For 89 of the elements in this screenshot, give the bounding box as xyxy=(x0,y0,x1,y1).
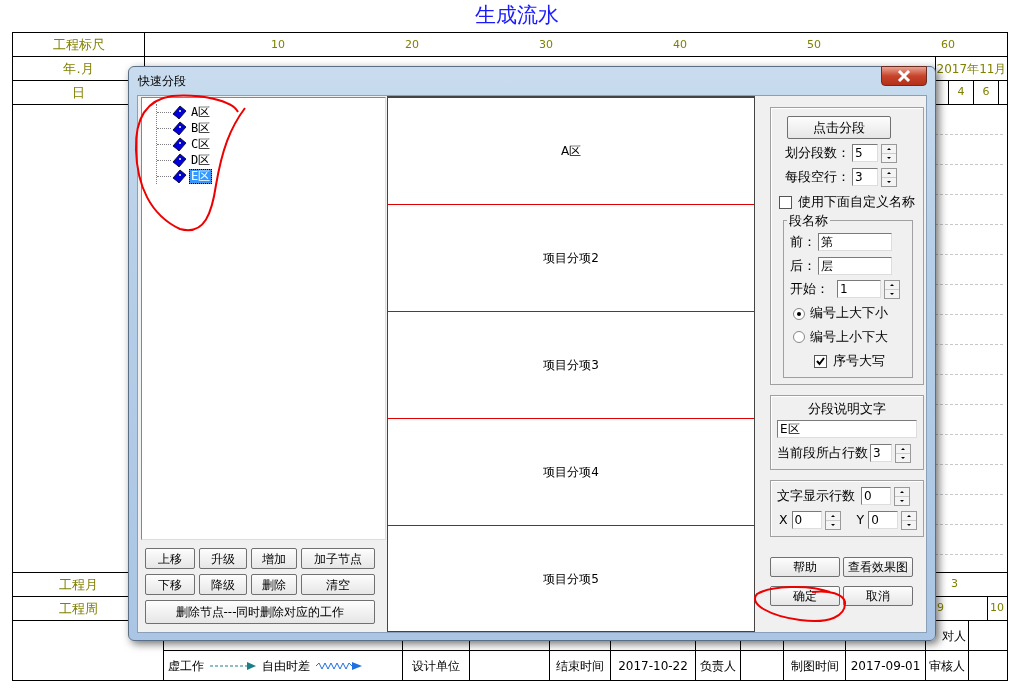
section-label: 项目分项2 xyxy=(543,250,599,267)
description-field[interactable]: E区 xyxy=(777,420,918,439)
wave-arrow-icon xyxy=(316,660,362,671)
radio-button[interactable] xyxy=(793,307,805,320)
page-title: 生成流水 xyxy=(473,2,560,29)
cell-text: 制图时间 xyxy=(790,657,839,675)
legend-label: 自由时差 xyxy=(262,657,310,675)
field-label: 划分段数： xyxy=(785,144,850,163)
tree-button[interactable]: 删除 xyxy=(251,574,297,595)
spin-button[interactable] xyxy=(881,168,897,187)
book-icon xyxy=(171,120,187,136)
ruler-tick: 60 xyxy=(941,37,955,53)
month-number: 3 xyxy=(950,576,959,593)
dialog-button[interactable]: 帮助 xyxy=(770,557,840,578)
tree-item[interactable]: B区 xyxy=(189,120,213,136)
cell-text: 2017-10-22 xyxy=(618,657,688,675)
tree-button[interactable]: 升级 xyxy=(199,548,247,569)
field-label: 当前段所占行数 xyxy=(777,444,868,463)
text-field[interactable]: 第 xyxy=(818,233,892,252)
number-field[interactable]: 1 xyxy=(837,280,881,299)
tree-item[interactable]: A区 xyxy=(189,104,213,120)
week-number: 10 xyxy=(987,597,1007,620)
number-field[interactable]: 0 xyxy=(868,511,899,530)
tree-item[interactable]: D区 xyxy=(189,152,213,168)
day-cell: 6 xyxy=(973,81,998,104)
split-button[interactable]: 点击分段 xyxy=(787,116,891,139)
dashed-arrow-icon xyxy=(210,660,256,671)
cell-text: 审核人 xyxy=(929,657,965,675)
dialog-button[interactable]: 取消 xyxy=(843,586,913,607)
day-cell: 4 xyxy=(948,81,973,104)
cell-text: 结束时间 xyxy=(556,657,604,675)
spin-button[interactable] xyxy=(894,487,910,507)
delete-node-button[interactable]: 删除节点---同时删除对应的工作 xyxy=(145,600,375,624)
number-field[interactable]: 0 xyxy=(861,487,891,506)
checkbox[interactable] xyxy=(814,354,827,368)
number-field[interactable]: 3 xyxy=(852,168,878,186)
radio-label: 编号上小下大 xyxy=(810,328,888,346)
section-label: 项目分项5 xyxy=(543,571,599,588)
book-icon xyxy=(171,136,187,152)
cell-text: 2017-09-01 xyxy=(850,657,921,675)
group-title: 分段说明文字 xyxy=(808,400,887,416)
checkbox[interactable] xyxy=(779,195,792,209)
ruler-tick: 10 xyxy=(271,37,285,53)
field-label: 后： xyxy=(790,256,816,275)
checkbox-label: 序号大写 xyxy=(833,351,885,370)
cell-text: 负责人 xyxy=(700,657,736,675)
field-label: 每段空行： xyxy=(785,168,850,187)
ruler-tick: 40 xyxy=(673,37,687,53)
spin-button[interactable] xyxy=(895,444,911,464)
tree-button[interactable]: 上移 xyxy=(145,548,195,569)
book-icon xyxy=(171,168,187,184)
dialog-button[interactable]: 查看效果图 xyxy=(843,557,913,578)
add-child-button[interactable]: 加子节点 xyxy=(301,548,375,569)
tree-button[interactable]: 降级 xyxy=(199,574,247,595)
checkbox-label: 使用下面自定义名称 xyxy=(798,193,915,211)
field-label: Y xyxy=(856,511,865,530)
tree-button[interactable]: 增加 xyxy=(251,548,297,569)
number-field[interactable]: 5 xyxy=(852,144,878,162)
tree-button[interactable]: 清空 xyxy=(301,574,375,595)
ruler-tick: 50 xyxy=(807,37,821,53)
field-label: 文字显示行数 xyxy=(777,487,855,506)
spin-button[interactable] xyxy=(884,280,900,300)
spin-button[interactable] xyxy=(881,144,897,163)
number-field[interactable]: 0 xyxy=(791,511,822,530)
week-number: 9 xyxy=(936,600,945,617)
section-label: A区 xyxy=(560,143,582,160)
ruler-tick: 30 xyxy=(539,37,553,53)
text-field[interactable]: 层 xyxy=(818,256,892,275)
spin-button[interactable] xyxy=(901,511,918,531)
close-button[interactable] xyxy=(881,66,927,86)
radio-label: 编号上大下小 xyxy=(810,304,888,323)
row-label: 工程标尺 xyxy=(13,33,145,56)
number-field[interactable]: 3 xyxy=(870,444,892,463)
book-icon xyxy=(171,152,187,168)
radio-button[interactable] xyxy=(793,331,805,344)
close-icon xyxy=(897,70,911,82)
tree-button[interactable]: 下移 xyxy=(145,574,195,595)
section-label: 项目分项4 xyxy=(543,464,599,481)
legend-label: 虚工作 xyxy=(168,657,204,675)
cell-text: 对人 xyxy=(942,627,966,645)
field-label: X xyxy=(779,511,788,530)
spin-button[interactable] xyxy=(824,511,841,531)
book-icon xyxy=(171,104,187,120)
cell-text: 设计单位 xyxy=(412,657,460,675)
field-label: 开始： xyxy=(790,280,829,299)
ruler-tick: 20 xyxy=(405,37,419,53)
section-label: 项目分项3 xyxy=(543,357,599,374)
field-label: 前： xyxy=(790,232,816,251)
tree-item[interactable]: C区 xyxy=(189,136,213,152)
